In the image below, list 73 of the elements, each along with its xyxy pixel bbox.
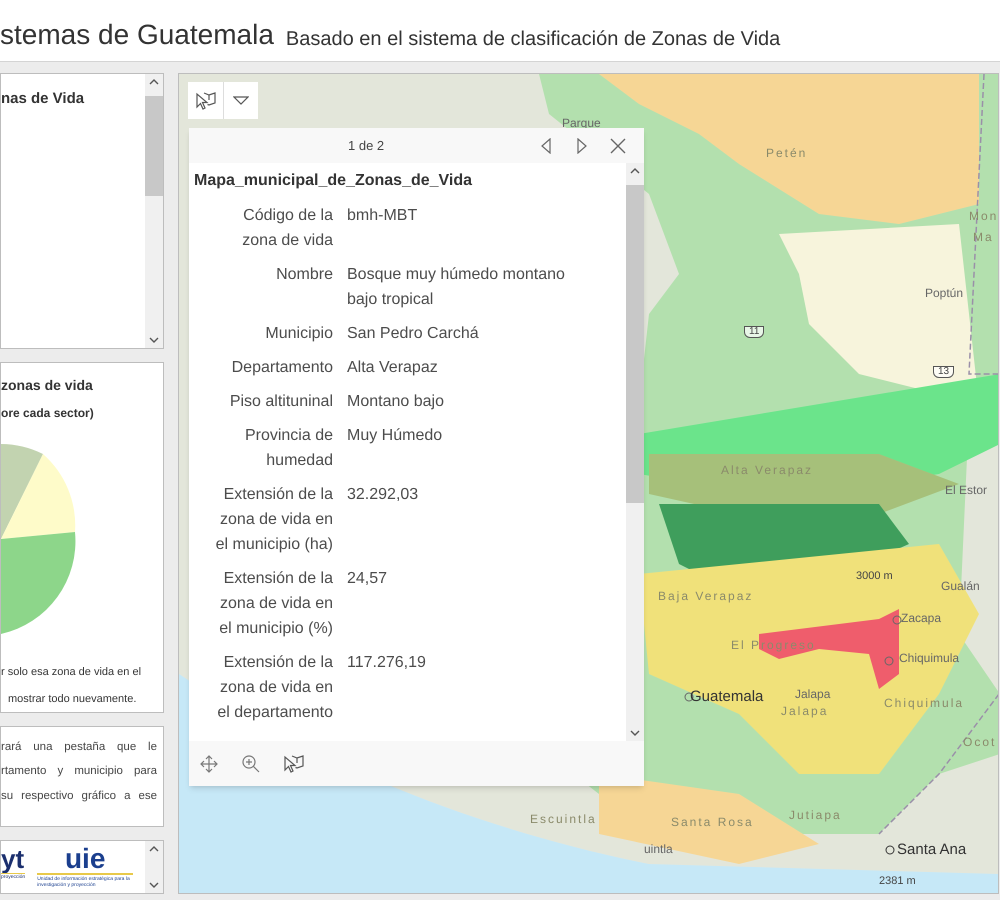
map-label: 3000 m: [856, 571, 893, 582]
map-label: Parque: [562, 117, 601, 129]
scrollbar[interactable]: [145, 841, 163, 893]
scrollbar[interactable]: [145, 74, 163, 348]
scroll-down-icon[interactable]: [630, 730, 640, 737]
field-label: Provincia de humedad: [244, 426, 333, 471]
map-label: 2381 m: [879, 876, 916, 887]
cursor-map-icon: [283, 754, 305, 774]
field-value: 117.276,19: [347, 653, 427, 673]
map-label: Petén: [766, 147, 808, 159]
field-label: Código de la zona de vida: [241, 206, 333, 251]
map-label: Ocot: [963, 736, 996, 748]
road-shield: 11: [744, 326, 764, 338]
panel-subtitle: ore cada sector): [1, 405, 95, 422]
close-icon: [610, 138, 626, 154]
map-label: Mon: [969, 210, 998, 222]
map-label: Poptún: [925, 287, 964, 299]
field-value: bmh-MBT: [347, 206, 418, 226]
field-value: Bosque muy húmedo montano bajo tropical: [347, 265, 566, 310]
map-label: Jalapa: [781, 705, 828, 717]
cursor-map-icon: [194, 90, 216, 110]
field-value: 32.292,03: [347, 485, 420, 505]
scroll-up-icon[interactable]: [149, 845, 159, 852]
field-value: 24,57: [347, 569, 388, 589]
field-value: Montano bajo: [347, 392, 445, 412]
app-subtitle: Basado en el sistema de clasificación de Zonas de Vida: [286, 29, 780, 49]
previous-icon: [541, 138, 551, 154]
scrollbar-thumb[interactable]: [145, 96, 163, 196]
map-label: uintla: [644, 843, 673, 855]
app-title: stemas de Guatemala: [0, 21, 274, 49]
map-label: El Estor: [945, 484, 988, 496]
instruction-text: mostrar todo nuevamente.: [7, 692, 138, 706]
instruction-text: r solo esa zona de vida en el: [1, 665, 142, 680]
info-text: rará una pestaña que le: [1, 740, 157, 755]
map-label: Ma: [973, 231, 994, 243]
pager-text: 1 de 2: [348, 136, 384, 155]
scroll-up-icon[interactable]: [149, 78, 159, 85]
map-label: Baja Verapaz: [658, 590, 754, 602]
caret-icon: [233, 96, 249, 105]
map-label: Jalapa: [795, 688, 830, 700]
field-label: Extensión de la zona de vida en el municipio (%): [218, 569, 333, 639]
scroll-down-icon[interactable]: [149, 337, 159, 344]
scroll-down-icon[interactable]: [149, 882, 159, 889]
map-label: Chiquimula: [899, 652, 960, 664]
scroll-up-icon[interactable]: [630, 167, 640, 174]
panel-title: nas de Vida: [1, 89, 86, 109]
logo-text: uie: [64, 845, 106, 873]
map-label: Santa Ana: [897, 842, 966, 857]
move-icon: [200, 754, 218, 772]
map-label: Jutiapa: [789, 809, 842, 821]
field-label: Departamento: [230, 358, 333, 378]
field-value: San Pedro Carchá: [347, 324, 480, 344]
scrollbar[interactable]: [626, 163, 644, 741]
field-label: Piso altituninal: [228, 392, 333, 412]
panel-title: zonas de vida: [1, 376, 94, 395]
zoom-in-icon: [241, 754, 261, 774]
popup-title: Mapa_municipal_de_Zonas_de_Vida: [194, 171, 474, 191]
scrollbar-thumb[interactable]: [626, 185, 644, 503]
map-label: Santa Rosa: [671, 816, 754, 828]
close-button[interactable]: [608, 136, 628, 156]
road-shield: 13: [933, 366, 954, 378]
field-value: Muy Húmedo: [347, 426, 444, 446]
next-icon: [577, 138, 587, 154]
field-label: Nombre: [275, 265, 333, 285]
info-text: rtamento y municipio para: [1, 764, 157, 780]
logo-text: yt: [1, 845, 26, 873]
field-label: Municipio: [264, 324, 333, 344]
field-label: Extensión de la zona de vida en el municipio (ha): [214, 485, 333, 555]
info-text: su respectivo gráfico a ese: [1, 788, 157, 804]
field-value: Alta Verapaz: [347, 358, 439, 378]
field-label: Extensión de la zona de vida en el departamento: [216, 653, 333, 723]
map-label: Escuintla: [530, 813, 597, 825]
map-label: Zacapa: [901, 612, 942, 624]
